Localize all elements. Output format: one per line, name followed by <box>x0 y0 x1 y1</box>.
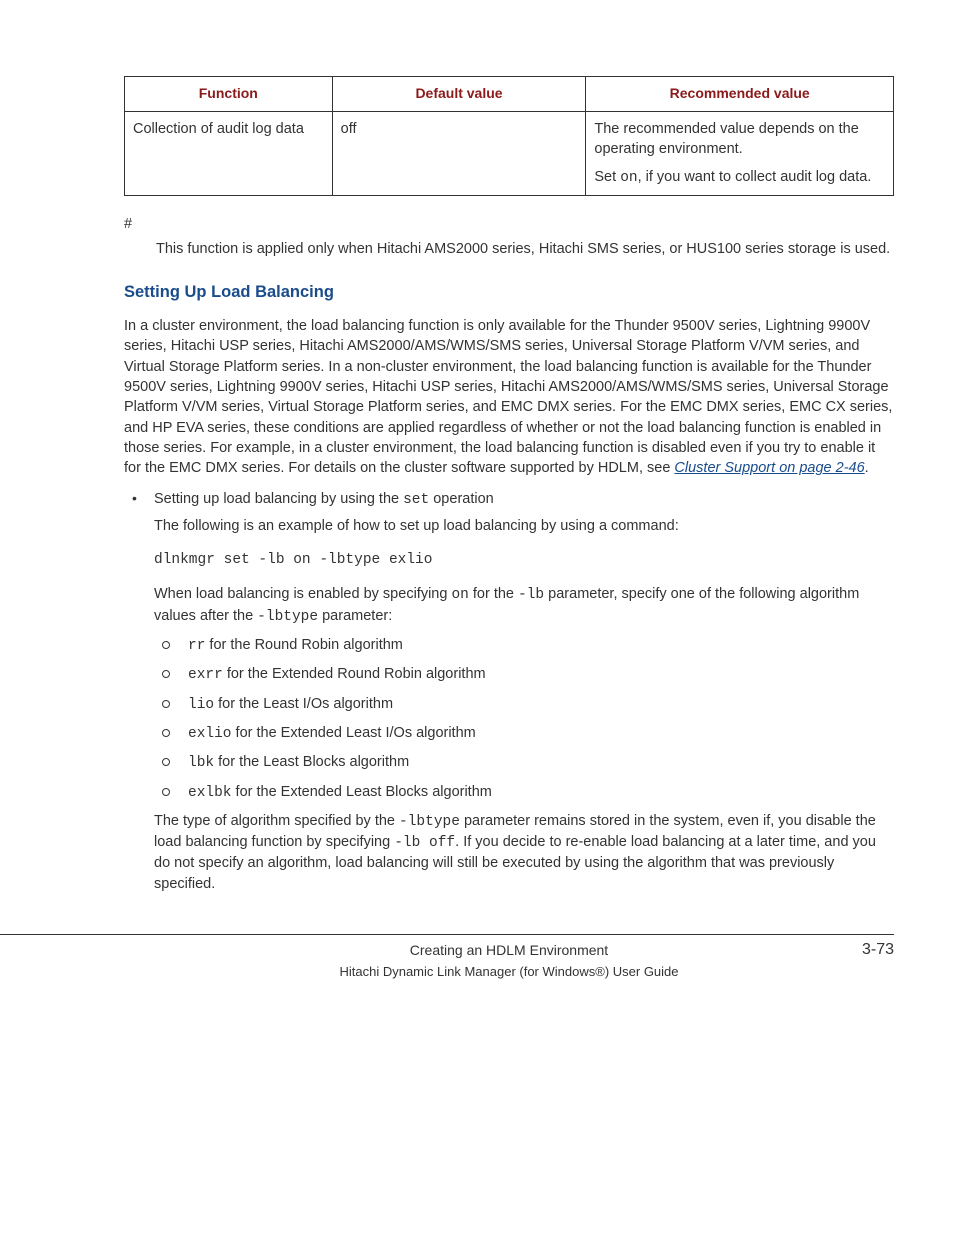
section-body: In a cluster environment, the load balan… <box>124 316 894 894</box>
algo-item: rr for the Round Robin algorithm <box>154 635 894 656</box>
page-footer: Creating an HDLM Environment 3-73 Hitach… <box>0 934 894 981</box>
bullet-line2: The following is an example of how to se… <box>154 516 894 536</box>
rec-line2: Set on, if you want to collect audit log… <box>594 167 885 188</box>
intro-paragraph: In a cluster environment, the load balan… <box>124 316 894 478</box>
settings-table: Function Default value Recommended value… <box>124 76 894 196</box>
footer-subtitle: Hitachi Dynamic Link Manager (for Window… <box>124 963 894 981</box>
bullet-line3: When load balancing is enabled by specif… <box>154 584 894 627</box>
section-heading: Setting Up Load Balancing <box>0 281 894 304</box>
algo-item: exlbk for the Extended Least Blocks algo… <box>154 782 894 803</box>
cell-recommended: The recommended value depends on the ope… <box>586 111 894 196</box>
cell-function: Collection of audit log data <box>125 111 333 196</box>
page-number: 3-73 <box>862 939 894 961</box>
command-block: dlnkmgr set -lb on -lbtype exlio <box>154 550 894 570</box>
table-row: Collection of audit log data off The rec… <box>125 111 894 196</box>
col-recommended: Recommended value <box>586 77 894 112</box>
bullet-line1: Setting up load balancing by using the s… <box>154 489 894 510</box>
page-content: Function Default value Recommended value… <box>0 0 954 1011</box>
col-function: Function <box>125 77 333 112</box>
hash-text: This function is applied only when Hitac… <box>156 239 894 259</box>
bullet-list: Setting up load balancing by using the s… <box>124 489 894 894</box>
algo-item: exlio for the Extended Least I/Os algori… <box>154 723 894 744</box>
table-header-row: Function Default value Recommended value <box>125 77 894 112</box>
algo-item: exrr for the Extended Round Robin algori… <box>154 664 894 685</box>
cell-default: off <box>332 111 586 196</box>
hash-note: # This function is applied only when Hit… <box>124 214 894 259</box>
cluster-support-link[interactable]: Cluster Support on page 2-46 <box>674 460 864 476</box>
footer-title: Creating an HDLM Environment <box>410 941 608 961</box>
algo-item: lbk for the Least Blocks algorithm <box>154 752 894 773</box>
hash-symbol: # <box>124 214 894 234</box>
algo-item: lio for the Least I/Os algorithm <box>154 694 894 715</box>
rec-line1: The recommended value depends on the ope… <box>594 119 885 160</box>
col-default: Default value <box>332 77 586 112</box>
list-item: Setting up load balancing by using the s… <box>124 489 894 894</box>
algorithm-list: rr for the Round Robin algorithm exrr fo… <box>154 635 894 803</box>
bullet-line4: The type of algorithm specified by the -… <box>154 811 894 894</box>
